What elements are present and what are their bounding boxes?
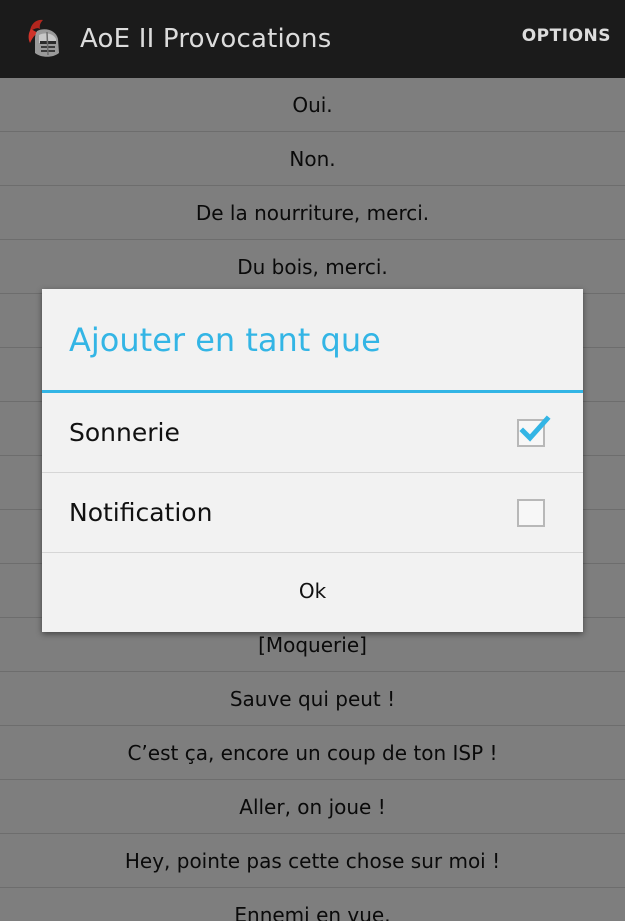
list-item[interactable]: Hey, pointe pas cette chose sur moi ! — [0, 834, 625, 888]
list-item[interactable]: Aller, on joue ! — [0, 780, 625, 834]
list-item[interactable]: C’est ça, encore un coup de ton ISP ! — [0, 726, 625, 780]
knight-helmet-icon[interactable] — [22, 16, 68, 62]
action-bar: AoE II Provocations OPTIONS — [0, 0, 625, 78]
notification-checkbox[interactable] — [517, 498, 545, 527]
options-button[interactable]: OPTIONS — [522, 26, 611, 46]
list-item[interactable]: De la nourriture, merci. — [0, 186, 625, 240]
dialog-option-ringtone[interactable]: Sonnerie — [42, 393, 583, 473]
list-item[interactable]: Du bois, merci. — [0, 240, 625, 294]
ok-button[interactable]: Ok — [42, 553, 583, 629]
list-item[interactable]: Sauve qui peut ! — [0, 672, 625, 726]
list-item[interactable]: Oui. — [0, 78, 625, 132]
option-label: Notification — [69, 498, 213, 527]
list-item[interactable]: Non. — [0, 132, 625, 186]
ringtone-checkbox[interactable] — [517, 414, 551, 447]
dialog-title: Ajouter en tant que — [42, 289, 583, 393]
add-as-dialog: Ajouter en tant que Sonnerie Notificatio… — [42, 289, 583, 632]
app-title: AoE II Provocations — [80, 24, 332, 54]
option-label: Sonnerie — [69, 418, 180, 447]
checkmark-icon — [519, 414, 551, 442]
list-item[interactable]: Ennemi en vue. — [0, 888, 625, 921]
dialog-option-notification[interactable]: Notification — [42, 473, 583, 553]
